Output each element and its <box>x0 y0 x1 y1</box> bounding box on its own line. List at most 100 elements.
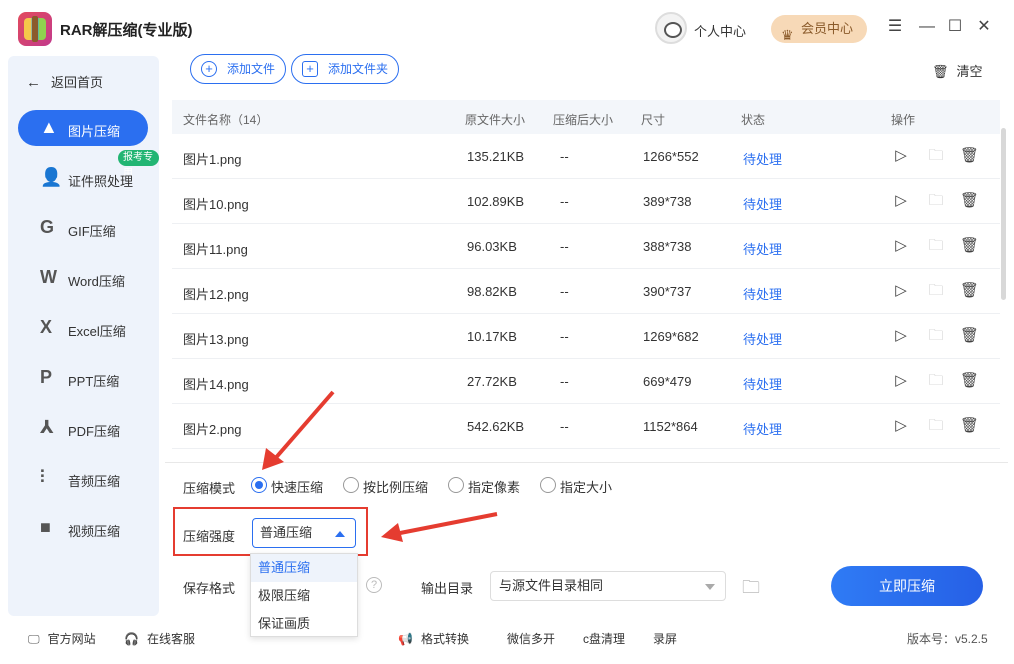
strength-value: 普通压缩 <box>260 525 313 540</box>
divider <box>165 462 1008 463</box>
table-row[interactable]: 图片1.png 135.21KB -- 1266*552 待处理 ▷ 🗀 🗑 <box>172 134 1000 179</box>
sidebar-item-label: 视频压缩 <box>68 524 121 539</box>
folder-icon[interactable]: 🗀 <box>742 575 760 605</box>
comp-size: -- <box>560 239 569 254</box>
sidebar-item-pdf[interactable]: ⅄ PDF压缩 <box>18 410 148 446</box>
close-icon[interactable]: ✕ <box>975 18 993 36</box>
pdf-icon: ⅄ <box>40 417 54 437</box>
footer: 🖵 官方网站 🎧 在线客服 📢 格式转换 微信多开 c盘清理 录屏 版本号：v5.2.… <box>0 618 1014 664</box>
help-icon[interactable]: ? <box>366 577 382 593</box>
service-link[interactable]: 🎧 在线客服 <box>124 630 195 647</box>
dimensions: 389*738 <box>643 194 692 209</box>
clear-button[interactable]: 🗑 清空 <box>932 61 983 80</box>
trash-icon[interactable]: 🗑 <box>960 237 979 255</box>
play-icon[interactable]: ▷ <box>892 327 910 345</box>
play-icon[interactable]: ▷ <box>892 282 910 300</box>
start-compress-button[interactable]: 立即压缩 <box>831 566 983 606</box>
footer-label: 微信多开 <box>507 632 556 646</box>
dimensions: 388*738 <box>643 239 692 254</box>
sidebar-item-label: 音频压缩 <box>68 474 121 489</box>
play-icon[interactable]: ▷ <box>892 417 910 435</box>
table-row[interactable]: 图片2.png 542.62KB -- 1152*864 待处理 ▷ 🗀 🗑 <box>172 404 1000 449</box>
folder-plus-icon: + <box>302 61 318 77</box>
record-link[interactable]: 录屏 <box>653 630 677 647</box>
folder-icon[interactable]: 🗀 <box>927 192 945 210</box>
trash-icon[interactable]: 🗑 <box>960 372 979 390</box>
radio-label: 指定大小 <box>560 480 613 495</box>
website-link[interactable]: 🖵 官方网站 <box>28 630 96 647</box>
status: 待处理 <box>743 377 783 392</box>
vip-center-button[interactable]: ♛ 会员中心 <box>771 15 867 43</box>
table-row[interactable]: 图片10.png 102.89KB -- 389*738 待处理 ▷ 🗀 🗑 <box>172 179 1000 224</box>
sidebar: ← 返回首页 ▲ 图片压缩 报考专用 👤 证件照处理 G GIF压缩 W Word压缩 X… <box>8 56 159 616</box>
play-icon[interactable]: ▷ <box>892 237 910 255</box>
play-icon[interactable]: ▷ <box>892 372 910 390</box>
option-normal[interactable]: 普通压缩 <box>251 554 357 582</box>
folder-icon[interactable]: 🗀 <box>927 417 945 435</box>
menu-icon[interactable]: ☰ <box>886 18 904 36</box>
folder-icon[interactable]: 🗀 <box>927 372 945 390</box>
format-convert-link[interactable]: 📢 格式转换 <box>398 630 469 647</box>
radio-pixel[interactable]: 指定像素 <box>448 477 520 496</box>
sidebar-item-video[interactable]: ■ 视频压缩 <box>18 510 148 546</box>
file-name: 图片1.png <box>183 152 242 167</box>
image-icon: ▲ <box>40 117 58 137</box>
add-file-button[interactable]: + 添加文件 <box>190 54 287 84</box>
radio-label: 按比例压缩 <box>363 480 429 495</box>
sidebar-item-excel[interactable]: X Excel压缩 <box>18 310 148 346</box>
user-avatar[interactable] <box>655 12 687 44</box>
sidebar-item-label: Excel压缩 <box>68 324 126 339</box>
trash-icon[interactable]: 🗑 <box>960 147 979 165</box>
table-scrollbar[interactable] <box>1001 128 1006 300</box>
annotation-arrow <box>381 512 498 542</box>
version-text: 版本号：v5.2.5 <box>907 632 988 646</box>
sidebar-item-id-photo[interactable]: 👤 证件照处理 <box>18 160 148 196</box>
col-name: 文件名称（14） <box>183 113 269 127</box>
table-row[interactable]: 图片12.png 98.82KB -- 390*737 待处理 ▷ 🗀 🗑 <box>172 269 1000 314</box>
folder-icon[interactable]: 🗀 <box>927 327 945 345</box>
sidebar-item-audio[interactable]: ⫶ 音频压缩 <box>18 460 148 496</box>
col-status: 状态 <box>741 113 766 127</box>
comp-size: -- <box>560 194 569 209</box>
sidebar-item-gif[interactable]: G GIF压缩 <box>18 210 148 246</box>
comp-size: -- <box>560 374 569 389</box>
minimize-icon[interactable]: — <box>918 18 936 36</box>
radio-ratio[interactable]: 按比例压缩 <box>343 477 428 496</box>
sidebar-item-label: GIF压缩 <box>68 224 116 239</box>
sidebar-item-word[interactable]: W Word压缩 <box>18 260 148 296</box>
file-name: 图片14.png <box>183 377 249 392</box>
table-row[interactable]: 图片14.png 27.72KB -- 669*479 待处理 ▷ 🗀 🗑 <box>172 359 1000 404</box>
radio-size[interactable]: 指定大小 <box>540 477 612 496</box>
back-home-link[interactable]: ← 返回首页 <box>26 72 103 91</box>
add-folder-button[interactable]: + 添加文件夹 <box>291 54 400 84</box>
trash-icon[interactable]: 🗑 <box>960 417 979 435</box>
trash-icon[interactable]: 🗑 <box>960 282 979 300</box>
table-row[interactable]: 图片13.png 10.17KB -- 1269*682 待处理 ▷ 🗀 🗑 <box>172 314 1000 359</box>
folder-icon[interactable]: 🗀 <box>927 147 945 165</box>
add-folder-label: 添加文件夹 <box>328 62 389 76</box>
sidebar-item-label: 证件照处理 <box>68 174 134 189</box>
play-icon[interactable]: ▷ <box>892 147 910 165</box>
output-dir-select[interactable]: 与源文件目录相同 <box>490 571 726 601</box>
folder-icon[interactable]: 🗀 <box>927 237 945 255</box>
maximize-icon[interactable]: ☐ <box>946 18 964 36</box>
table-row[interactable]: 图片11.png 96.03KB -- 388*738 待处理 ▷ 🗀 🗑 <box>172 224 1000 269</box>
strength-select[interactable]: 普通压缩 <box>252 518 356 548</box>
user-center-link[interactable]: 个人中心 <box>694 21 746 40</box>
option-extreme[interactable]: 极限压缩 <box>251 582 357 610</box>
trash-icon[interactable]: 🗑 <box>960 327 979 345</box>
radio-fast[interactable]: 快速压缩 <box>251 477 323 496</box>
folder-icon[interactable]: 🗀 <box>927 282 945 300</box>
play-icon[interactable]: ▷ <box>892 192 910 210</box>
cdisk-clean-link[interactable]: c盘清理 <box>583 630 625 647</box>
col-comp-size: 压缩后大小 <box>553 113 614 127</box>
sidebar-item-image[interactable]: ▲ 图片压缩 <box>18 110 148 146</box>
output-label: 输出目录 <box>421 581 474 596</box>
trash-icon[interactable]: 🗑 <box>960 192 979 210</box>
back-label: 返回首页 <box>51 75 104 90</box>
comp-size: -- <box>560 149 569 164</box>
status: 待处理 <box>743 332 783 347</box>
sidebar-item-ppt[interactable]: P PPT压缩 <box>18 360 148 396</box>
footer-label: c盘清理 <box>583 632 626 646</box>
wechat-multi-link[interactable]: 微信多开 <box>507 630 555 647</box>
